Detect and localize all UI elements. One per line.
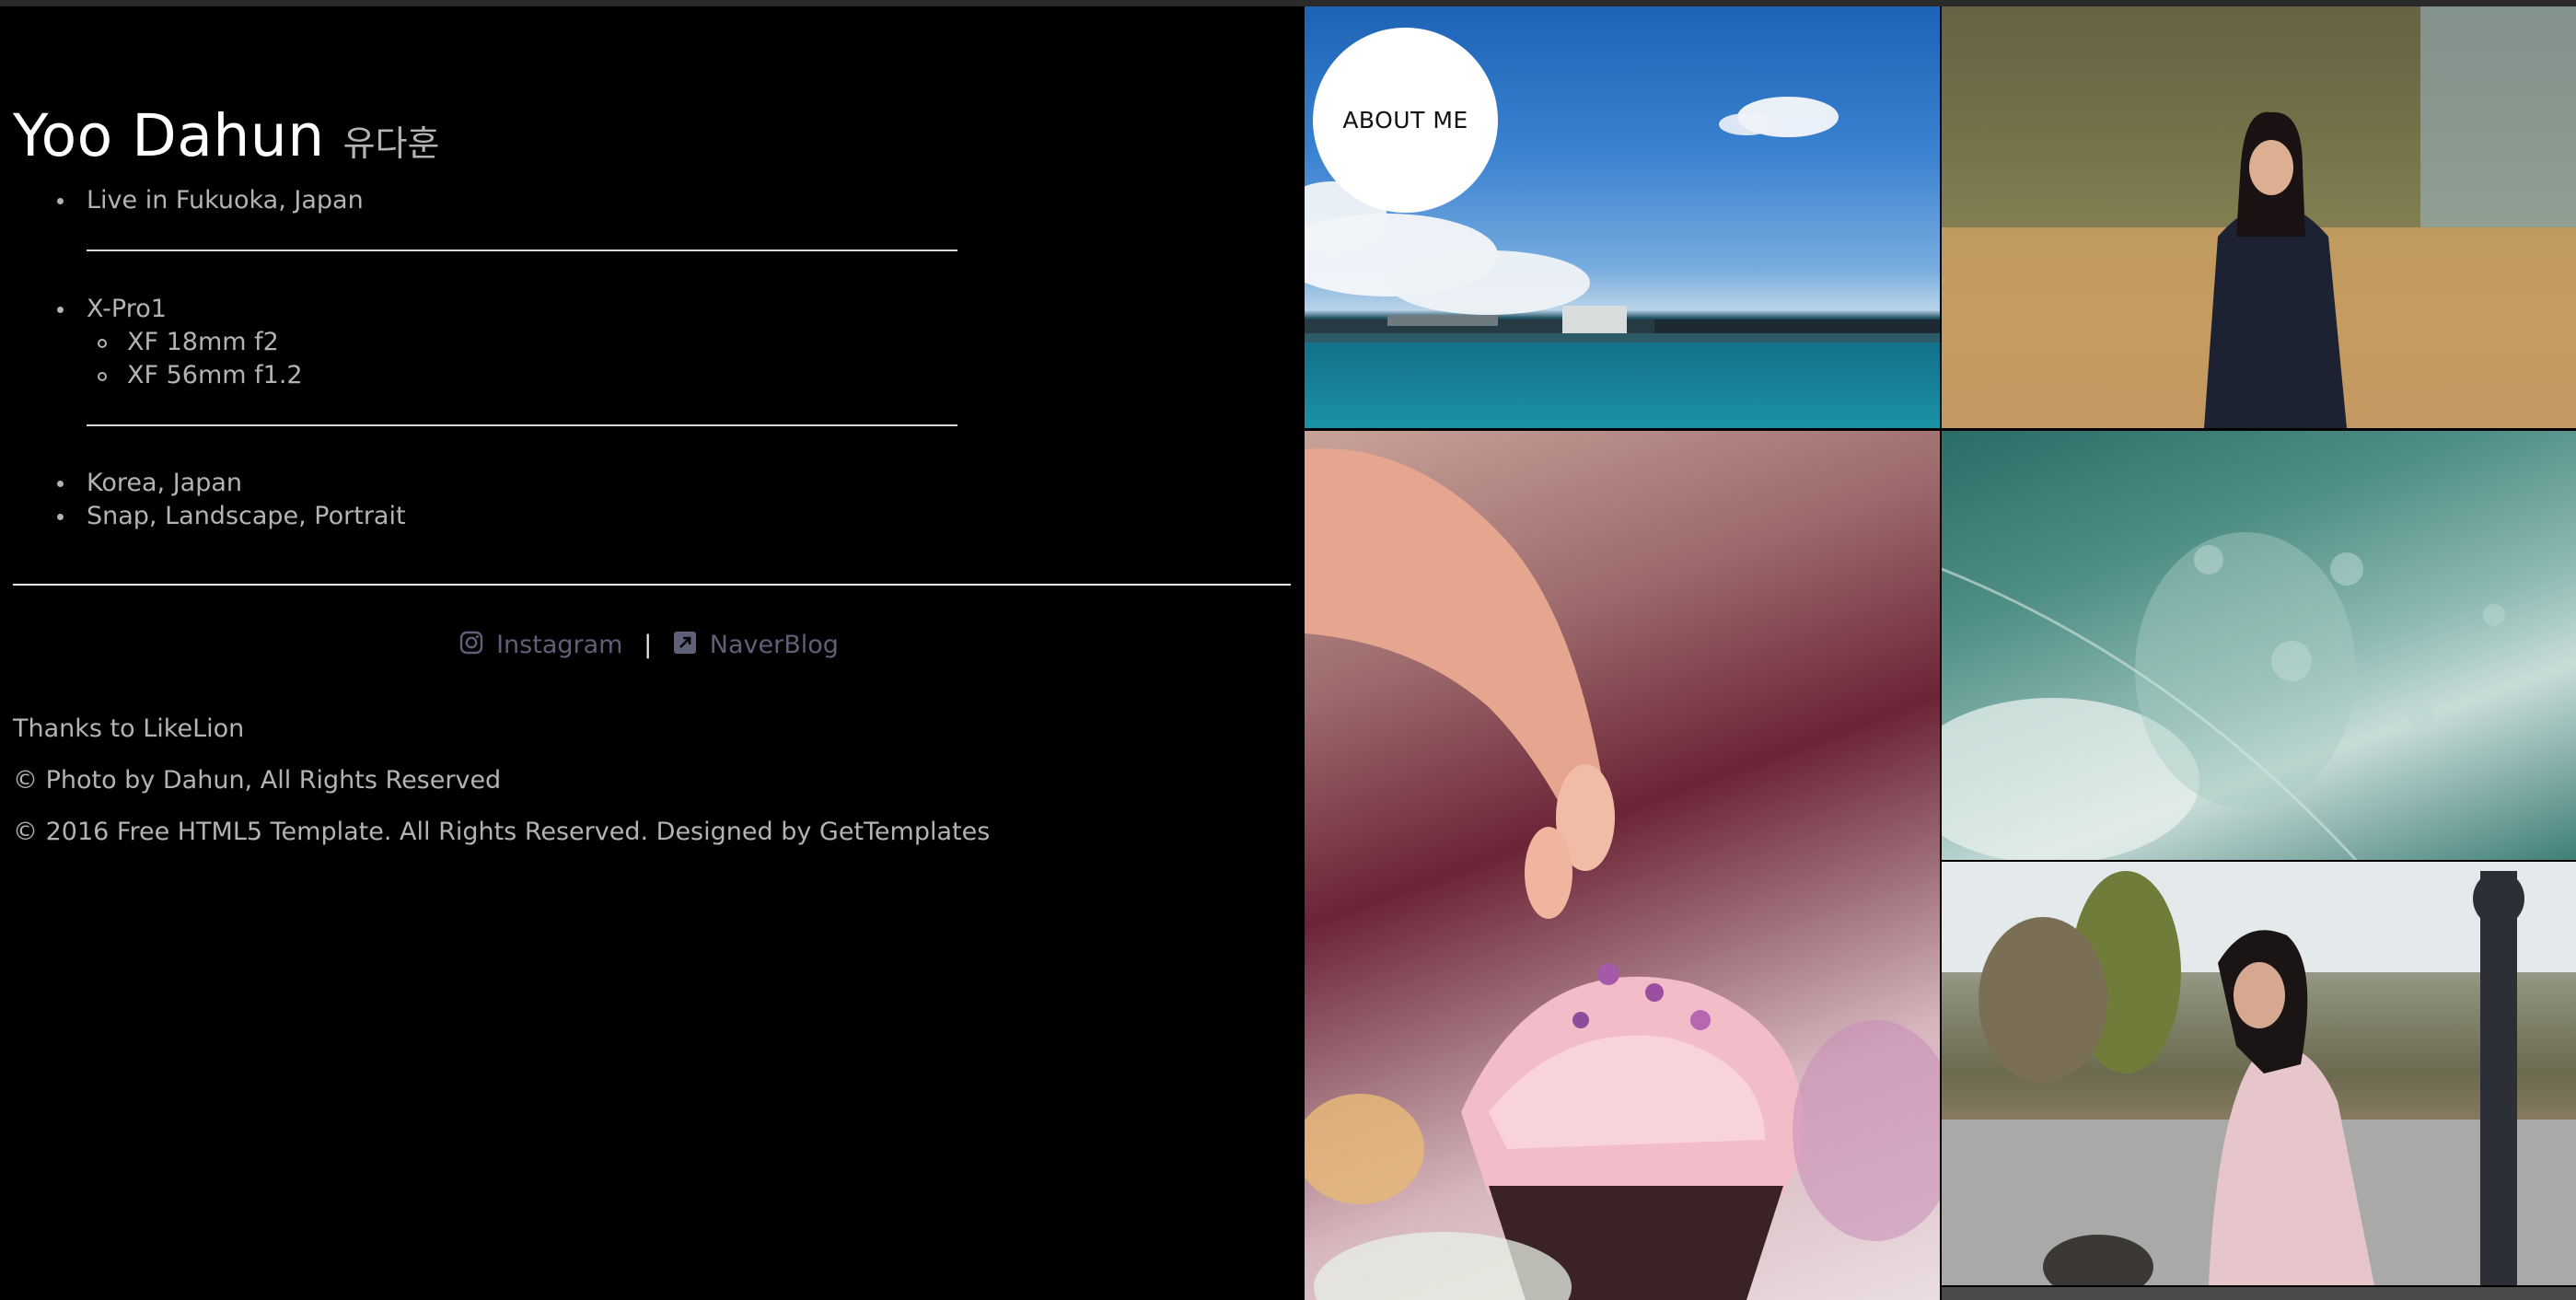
list-item-location: Live in Fukuoka, Japan [53, 184, 974, 217]
photo-rain-umbrella[interactable] [1942, 431, 2576, 860]
social-links: Instagram | NaverBlog [0, 629, 1298, 664]
sub-bullet-icon [98, 372, 107, 381]
list-item-camera: X-Pro1 [53, 293, 974, 326]
profile-list: Live in Fukuoka, Japan [53, 184, 974, 217]
photo-autumn-portrait[interactable] [1942, 6, 2576, 428]
divider [87, 424, 957, 426]
profile-name-korean: 유다훈 [342, 123, 440, 164]
bullet-icon [57, 481, 64, 487]
autumn-portrait-scene [1942, 6, 2576, 428]
interests-list: Korea, Japan Snap, Landscape, Portrait [53, 467, 974, 533]
bullet-icon [57, 514, 64, 520]
bullet-icon [57, 198, 64, 204]
profile-name: Yoo Dahun [13, 102, 325, 169]
footer-photo-credit: © Photo by Dahun, All Rights Reserved [13, 766, 502, 795]
photo-park-portrait[interactable] [1942, 862, 2576, 1285]
about-me-button[interactable]: ABOUT ME [1313, 28, 1498, 213]
photo-cupcake[interactable] [1305, 431, 1940, 1300]
list-item-lens: XF 18mm f2 [20, 326, 974, 359]
profile-heading: Yoo Dahun 유다훈 [13, 102, 440, 169]
sub-bullet-icon [98, 339, 107, 348]
park-portrait-scene [1942, 862, 2576, 1285]
cupcake-scene [1305, 448, 1940, 1300]
about-me-label: ABOUT ME [1342, 107, 1468, 133]
list-item-genres: Snap, Landscape, Portrait [53, 500, 974, 533]
section-divider [13, 584, 1291, 586]
profile-panel: Yoo Dahun 유다훈 Live in Fukuoka, Japan X-Pr… [0, 6, 1298, 1300]
list-item-places: Korea, Japan [53, 467, 974, 500]
gear-list: X-Pro1 XF 18mm f2 XF 56mm f1.2 [53, 293, 974, 392]
rain-umbrella-scene [1942, 532, 2505, 860]
link-separator: | [644, 631, 653, 659]
photo-next-row[interactable] [1942, 1287, 2576, 1300]
divider [87, 250, 957, 251]
instagram-link[interactable]: Instagram [459, 631, 631, 659]
naverblog-link[interactable]: NaverBlog [665, 631, 839, 659]
list-item-lens: XF 56mm f1.2 [20, 359, 974, 392]
bullet-icon [57, 307, 64, 313]
top-border [0, 0, 2576, 6]
instagram-icon [459, 631, 483, 664]
footer-template-credit: © 2016 Free HTML5 Template. All Rights R… [13, 818, 991, 846]
footer-thanks: Thanks to LikeLion [13, 714, 245, 743]
external-link-icon [673, 631, 697, 664]
